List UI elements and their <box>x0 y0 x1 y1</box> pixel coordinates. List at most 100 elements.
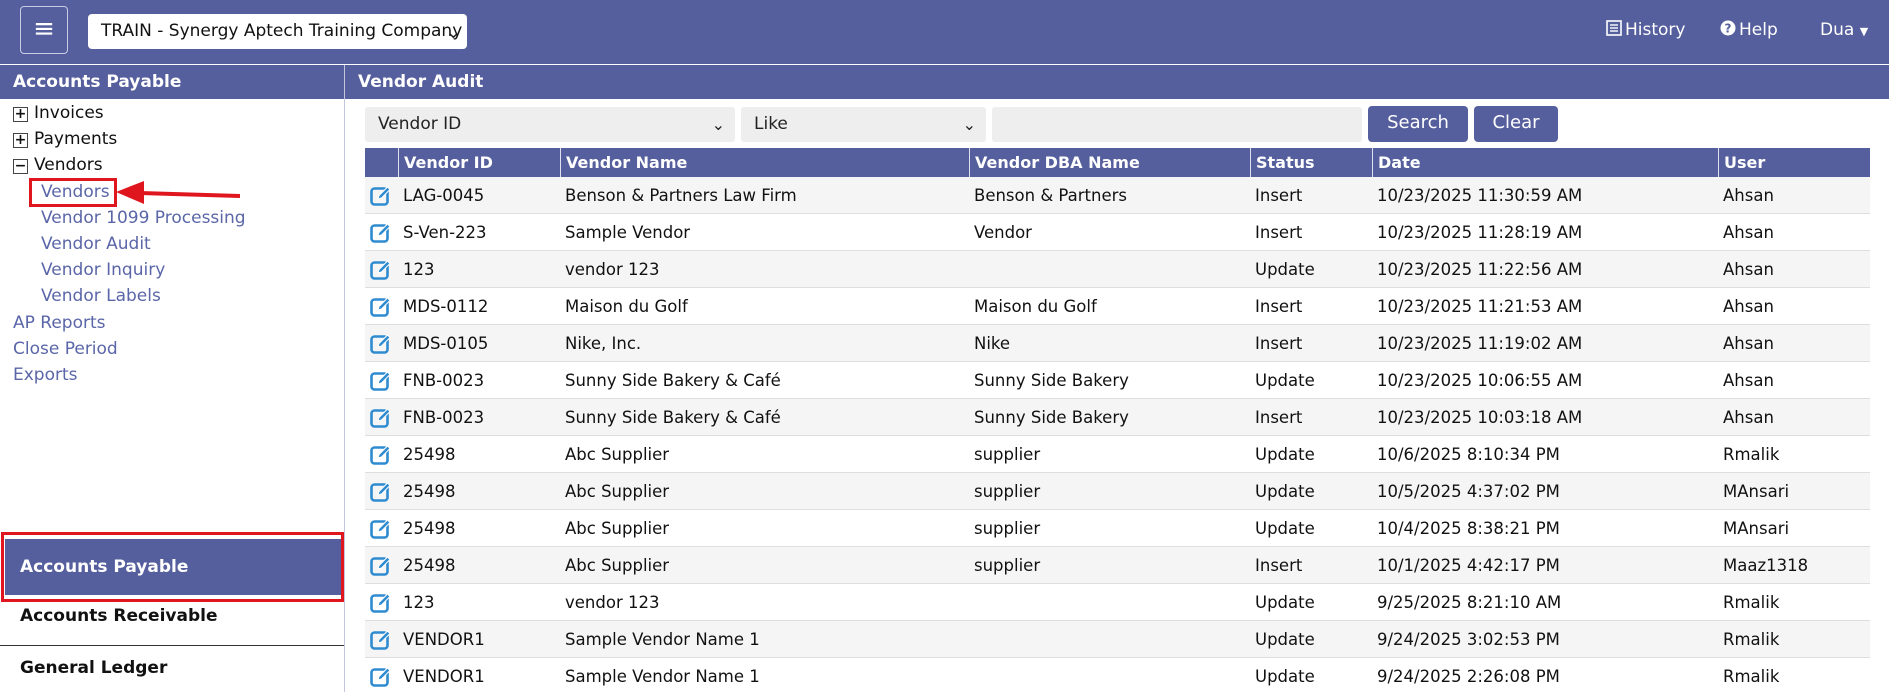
cell-status: Insert <box>1255 297 1303 316</box>
tree-item-payments[interactable]: + Payments <box>13 128 117 150</box>
column-header-date[interactable]: Date <box>1372 148 1718 177</box>
edit-icon[interactable] <box>370 481 392 503</box>
module-accounts-receivable[interactable]: Accounts Receivable <box>20 606 218 626</box>
edit-icon[interactable] <box>370 370 392 392</box>
tree-item-invoices[interactable]: + Invoices <box>13 102 104 124</box>
question-circle-icon: ? <box>1720 20 1736 36</box>
clear-button[interactable]: Clear <box>1474 106 1558 142</box>
top-bar: ≡ TRAIN - Synergy Aptech Training Compan… <box>0 0 1889 64</box>
cell-vendor-id: FNB-0023 <box>403 371 485 390</box>
table-row[interactable]: FNB-0023 Sunny Side Bakery & Café Sunny Si… <box>365 362 1870 399</box>
svg-text:?: ? <box>1725 22 1732 36</box>
company-select[interactable]: TRAIN - Synergy Aptech Training Company … <box>88 14 467 49</box>
expand-icon[interactable]: + <box>13 107 28 122</box>
cell-vendor-id: MDS-0105 <box>403 334 489 353</box>
cell-user: Ahsan <box>1723 186 1774 205</box>
cell-vendor-id: VENDOR1 <box>403 667 485 686</box>
sidebar-link-vendor-audit[interactable]: Vendor Audit <box>41 233 151 255</box>
cell-status: Update <box>1255 371 1315 390</box>
cell-user: Maaz1318 <box>1723 556 1809 575</box>
tree-item-vendors[interactable]: − Vendors <box>13 154 103 176</box>
column-header-user[interactable]: User <box>1718 148 1870 177</box>
cell-vendor-name: Abc Supplier <box>565 445 670 464</box>
edit-icon[interactable] <box>370 185 392 207</box>
cell-date: 10/23/2025 10:03:18 AM <box>1377 408 1583 427</box>
table-row[interactable]: 25498 Abc Supplier supplier Insert 10/1/2025… <box>365 547 1870 584</box>
caret-down-icon: ▼ <box>1859 25 1869 38</box>
table-row[interactable]: MDS-0105 Nike, Inc. Nike Insert 10/23/2025 1… <box>365 325 1870 362</box>
cell-vendor-name: Sample Vendor Name 1 <box>565 667 760 686</box>
edit-icon[interactable] <box>370 296 392 318</box>
table-row[interactable]: VENDOR1 Sample Vendor Name 1 Update 9/24/20… <box>365 658 1870 692</box>
cell-vendor-dba-name: Nike <box>974 334 1011 353</box>
cell-vendor-id: 25498 <box>403 445 456 464</box>
filter-field-select[interactable]: Vendor ID ⌄ <box>365 107 735 142</box>
expand-icon[interactable]: + <box>13 133 28 148</box>
column-header-vendor-dba-name[interactable]: Vendor DBA Name <box>969 148 1250 177</box>
edit-icon[interactable] <box>370 592 392 614</box>
edit-icon[interactable] <box>370 333 392 355</box>
edit-icon[interactable] <box>370 259 392 281</box>
module-separator <box>0 645 344 646</box>
cell-date: 10/23/2025 11:22:56 AM <box>1377 260 1583 279</box>
filter-value-input[interactable] <box>992 107 1362 142</box>
edit-icon[interactable] <box>370 629 392 651</box>
cell-status: Update <box>1255 667 1315 686</box>
tree-item-label: Invoices <box>34 103 104 123</box>
table-row[interactable]: MDS-0112 Maison du Golf Maison du Golf Inse… <box>365 288 1870 325</box>
edit-icon[interactable] <box>370 555 392 577</box>
filter-operator-select[interactable]: Like ⌄ <box>741 107 986 142</box>
table-row[interactable]: 25498 Abc Supplier supplier Update 10/4/2025… <box>365 510 1870 547</box>
sidebar-title: Accounts Payable <box>0 65 344 99</box>
cell-status: Update <box>1255 260 1315 279</box>
cell-vendor-dba-name: Sunny Side Bakery <box>974 408 1129 427</box>
sidebar-link-vendor-1099[interactable]: Vendor 1099 Processing <box>41 207 246 229</box>
cell-date: 10/6/2025 8:10:34 PM <box>1377 445 1560 464</box>
cell-vendor-name: vendor 123 <box>565 260 660 279</box>
sidebar-link-close-period[interactable]: Close Period <box>13 338 118 360</box>
history-link[interactable]: History <box>1606 18 1685 42</box>
cell-vendor-name: vendor 123 <box>565 593 660 612</box>
red-arrow-icon <box>116 181 241 204</box>
cell-vendor-name: Abc Supplier <box>565 556 670 575</box>
cell-vendor-id: 25498 <box>403 519 456 538</box>
cell-vendor-dba-name: Sunny Side Bakery <box>974 371 1129 390</box>
list-icon <box>1606 20 1622 36</box>
cell-user: Ahsan <box>1723 408 1774 427</box>
sidebar-link-ap-reports[interactable]: AP Reports <box>13 312 106 334</box>
sidebar-link-vendor-labels[interactable]: Vendor Labels <box>41 285 161 307</box>
filter-operator-value: Like <box>754 114 788 134</box>
user-menu[interactable]: Dua ▼ <box>1820 18 1868 44</box>
table-row[interactable]: S-Ven-223 Sample Vendor Vendor Insert 10/23/… <box>365 214 1870 251</box>
edit-icon[interactable] <box>370 222 392 244</box>
table-row[interactable]: 123 vendor 123 Update 9/25/2025 8:21:10 AM R… <box>365 584 1870 621</box>
cell-date: 10/5/2025 4:37:02 PM <box>1377 482 1560 501</box>
edit-icon[interactable] <box>370 407 392 429</box>
search-button[interactable]: Search <box>1368 106 1468 142</box>
tree-item-label: Payments <box>34 129 118 149</box>
cell-status: Update <box>1255 482 1315 501</box>
help-link[interactable]: ? Help <box>1720 18 1778 42</box>
cell-user: Rmalik <box>1723 667 1780 686</box>
cell-status: Update <box>1255 630 1315 649</box>
column-header-status[interactable]: Status <box>1250 148 1372 177</box>
table-row[interactable]: VENDOR1 Sample Vendor Name 1 Update 9/24/20… <box>365 621 1870 658</box>
table-row[interactable]: 123 vendor 123 Update 10/23/2025 11:22:56 A… <box>365 251 1870 288</box>
column-header-vendor-name[interactable]: Vendor Name <box>560 148 969 177</box>
column-header-vendor-id[interactable]: Vendor ID <box>398 148 560 177</box>
module-general-ledger[interactable]: General Ledger <box>20 658 167 678</box>
cell-status: Update <box>1255 593 1315 612</box>
sidebar-link-exports[interactable]: Exports <box>13 364 78 386</box>
edit-icon[interactable] <box>370 444 392 466</box>
cell-vendor-name: Abc Supplier <box>565 519 670 538</box>
hamburger-menu-button[interactable]: ≡ <box>20 6 68 54</box>
table-row[interactable]: 25498 Abc Supplier supplier Update 10/5/2025… <box>365 473 1870 510</box>
sidebar-link-vendor-inquiry[interactable]: Vendor Inquiry <box>41 259 165 281</box>
table-row[interactable]: LAG-0045 Benson & Partners Law Firm Benson… <box>365 177 1870 214</box>
edit-icon[interactable] <box>370 666 392 688</box>
cell-vendor-name: Sunny Side Bakery & Café <box>565 408 781 427</box>
table-row[interactable]: FNB-0023 Sunny Side Bakery & Café Sunny Si… <box>365 399 1870 436</box>
edit-icon[interactable] <box>370 518 392 540</box>
collapse-icon[interactable]: − <box>13 159 28 174</box>
table-row[interactable]: 25498 Abc Supplier supplier Update 10/6/2025… <box>365 436 1870 473</box>
